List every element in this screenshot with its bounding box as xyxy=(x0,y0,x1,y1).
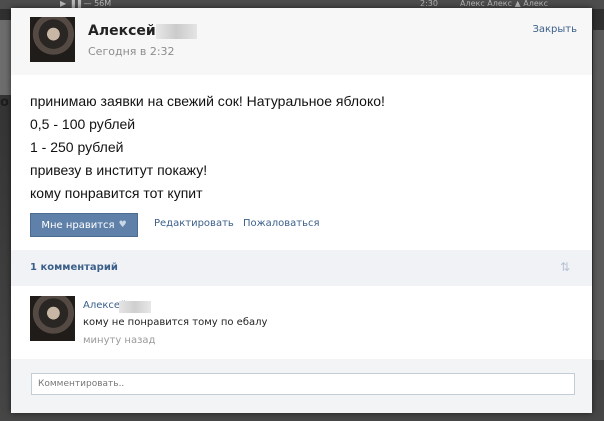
close-button[interactable]: Закрыть xyxy=(532,24,577,35)
post-line: кому понравится тот купит xyxy=(30,185,203,201)
comment-time[interactable]: минуту назад xyxy=(83,335,155,346)
edit-link[interactable]: Редактировать xyxy=(154,218,234,229)
post-modal: Алексей Сегодня в 2:32 Закрыть принимаю … xyxy=(11,8,592,413)
comment-item: Алексей кому не понравится тому по ебалу… xyxy=(11,286,592,359)
background-left-panel: о xyxy=(0,20,11,110)
post-text: принимаю заявки на свежий сок! Натуральн… xyxy=(30,90,570,205)
comment-avatar[interactable] xyxy=(30,296,75,341)
redacted-surname xyxy=(156,24,197,39)
author-name[interactable]: Алексей xyxy=(88,23,156,39)
background-left-glyph: о xyxy=(0,95,9,110)
post-line: привезу в институт покажу! xyxy=(30,162,208,178)
heart-icon: ♥ xyxy=(118,220,127,230)
post-line: принимаю заявки на свежий сок! Натуральн… xyxy=(30,93,385,109)
background-names-text: Алекс Алекс ▲ Алекс xyxy=(460,0,548,8)
sort-arrows-icon[interactable]: ⇅ xyxy=(560,260,570,274)
post-line: 1 - 250 рублей xyxy=(30,139,124,155)
background-player-text: ▶ ▐▐ — 56М xyxy=(60,0,112,8)
background-time-text: 2:30 xyxy=(420,0,438,8)
comments-header: 1 комментарий ⇅ xyxy=(11,250,592,286)
comment-input[interactable] xyxy=(31,373,575,395)
report-link[interactable]: Пожаловаться xyxy=(243,218,320,229)
reply-bar xyxy=(11,359,592,413)
background-right-panel xyxy=(593,30,604,360)
like-button[interactable]: Мне нравится ♥ xyxy=(30,213,138,237)
comment-text: кому не понравится тому по ебалу xyxy=(83,317,268,328)
redacted-surname xyxy=(119,301,151,313)
post-header: Алексей Сегодня в 2:32 Закрыть xyxy=(11,8,592,75)
comments-count[interactable]: 1 комментарий xyxy=(30,262,118,273)
post-time[interactable]: Сегодня в 2:32 xyxy=(88,45,175,58)
author-avatar[interactable] xyxy=(30,17,75,62)
post-line: 0,5 - 100 рублей xyxy=(30,116,136,132)
like-button-label: Мне нравится xyxy=(41,219,115,231)
